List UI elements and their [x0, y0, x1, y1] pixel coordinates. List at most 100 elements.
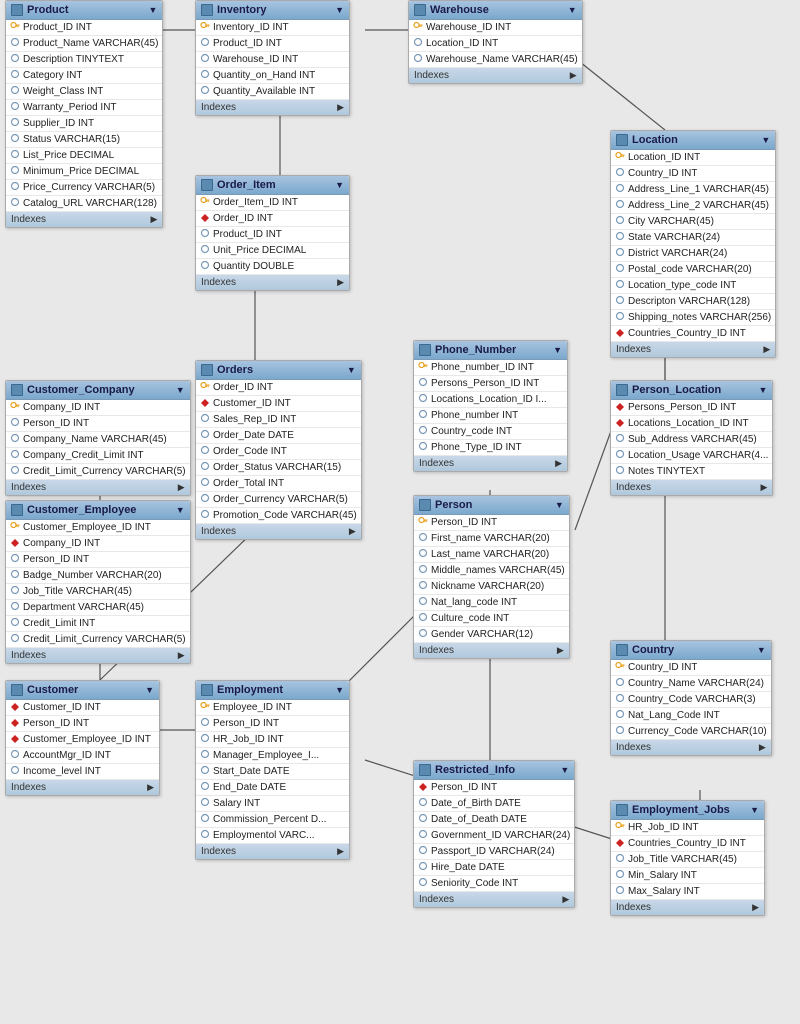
table-field-row: Income_level INT	[6, 764, 159, 780]
table-header-country[interactable]: Country▼	[611, 641, 771, 660]
table-header-restricted_info[interactable]: Restricted_Info▼	[414, 761, 574, 780]
indexes-chevron[interactable]: ▶	[337, 846, 344, 857]
table-indexes-row[interactable]: Indexes▶	[414, 456, 567, 471]
indexes-chevron[interactable]: ▶	[570, 70, 577, 81]
table-indexes-row[interactable]: Indexes▶	[6, 648, 190, 663]
table-indexes-row[interactable]: Indexes▶	[196, 844, 349, 859]
table-customer-company[interactable]: Customer_Company▼Company_ID INTPerson_ID…	[5, 380, 191, 496]
key-icon	[200, 381, 210, 394]
field-name: Customer_ID INT	[213, 398, 291, 409]
circle-icon	[10, 617, 20, 630]
table-chevron[interactable]: ▼	[761, 135, 770, 145]
table-person[interactable]: Person▼Person_ID INTFirst_name VARCHAR(2…	[413, 495, 570, 659]
table-chevron[interactable]: ▼	[335, 180, 344, 190]
indexes-chevron[interactable]: ▶	[557, 645, 564, 656]
table-chevron[interactable]: ▼	[553, 345, 562, 355]
indexes-label: Indexes	[616, 344, 651, 355]
indexes-chevron[interactable]: ▶	[337, 277, 344, 288]
indexes-chevron[interactable]: ▶	[759, 742, 766, 753]
table-chevron[interactable]: ▼	[757, 645, 766, 655]
table-indexes-row[interactable]: Indexes ▶	[196, 524, 361, 539]
field-name: Address_Line_2 VARCHAR(45)	[628, 200, 769, 211]
table-orders[interactable]: Orders▼Order_ID INTCustomer_ID INTSales_…	[195, 360, 362, 540]
table-chevron[interactable]: ▼	[568, 5, 577, 15]
table-title: Customer_Company	[27, 384, 135, 396]
table-chevron[interactable]: ▼	[555, 500, 564, 510]
table-phone-number[interactable]: Phone_Number▼Phone_number_ID INTPersons_…	[413, 340, 568, 472]
table-location[interactable]: Location▼Location_ID INTCountry_ID INTAd…	[610, 130, 776, 358]
table-chevron[interactable]: ▼	[560, 765, 569, 775]
table-header-employment[interactable]: Employment▼	[196, 681, 349, 700]
table-chevron[interactable]: ▼	[750, 805, 759, 815]
table-header-product[interactable]: Product▼	[6, 1, 162, 20]
table-indexes-row[interactable]: Indexes▶	[409, 68, 582, 83]
table-chevron[interactable]: ▼	[335, 5, 344, 15]
table-field-row: Order_Date DATE	[196, 428, 361, 444]
table-indexes-row[interactable]: Indexes▶	[6, 780, 159, 795]
table-indexes-row[interactable]: Indexes▶	[6, 480, 190, 495]
table-header-customer_employee[interactable]: Customer_Employee▼	[6, 501, 190, 520]
table-header-order_item[interactable]: Order_Item▼	[196, 176, 349, 195]
table-person-location[interactable]: Person_Location▼Persons_Person_ID INTLoc…	[610, 380, 773, 496]
table-indexes-row[interactable]: Indexes▶	[6, 212, 162, 227]
table-chevron[interactable]: ▼	[759, 385, 768, 395]
table-chevron[interactable]: ▼	[176, 385, 185, 395]
indexes-chevron[interactable]: ▶	[147, 782, 154, 793]
table-header-inventory[interactable]: Inventory▼	[196, 1, 349, 20]
table-country[interactable]: Country▼Country_ID INTCountry_Name VARCH…	[610, 640, 772, 756]
table-chevron[interactable]: ▼	[145, 685, 154, 695]
circle-icon	[10, 37, 20, 50]
table-chevron[interactable]: ▼	[347, 365, 356, 375]
table-indexes-row[interactable]: Indexes▶	[414, 643, 569, 658]
table-header-employment_jobs[interactable]: Employment_Jobs▼	[611, 801, 764, 820]
table-indexes-row[interactable]: Indexes▶	[414, 892, 574, 907]
table-indexes-row[interactable]: Indexes ▶	[611, 342, 775, 357]
table-chevron[interactable]: ▼	[149, 5, 158, 15]
table-indexes-row[interactable]: Indexes▶	[196, 275, 349, 290]
indexes-chevron[interactable]: ▶	[763, 344, 770, 355]
indexes-chevron[interactable]: ▶	[562, 894, 569, 905]
indexes-chevron[interactable]: ▶	[555, 458, 562, 469]
table-header-warehouse[interactable]: Warehouse▼	[409, 1, 582, 20]
table-header-person[interactable]: Person▼	[414, 496, 569, 515]
table-chevron[interactable]: ▼	[335, 685, 344, 695]
indexes-chevron[interactable]: ▶	[349, 526, 356, 537]
circle-icon	[418, 548, 428, 561]
table-employment-jobs[interactable]: Employment_Jobs▼HR_Job_ID INTCountries_C…	[610, 800, 765, 916]
table-restricted-info[interactable]: Restricted_Info▼Person_ID INTDate_of_Bir…	[413, 760, 575, 908]
table-customer-employee[interactable]: Customer_Employee▼Customer_Employee_ID I…	[5, 500, 191, 664]
table-header-location[interactable]: Location▼	[611, 131, 775, 150]
table-indexes-row[interactable]: Indexes▶	[611, 900, 764, 915]
circle-icon	[10, 53, 20, 66]
table-header-orders[interactable]: Orders▼	[196, 361, 361, 380]
table-customer[interactable]: Customer▼Customer_ID INTPerson_ID INTCus…	[5, 680, 160, 796]
indexes-chevron[interactable]: ▶	[752, 902, 759, 913]
field-name: Badge_Number VARCHAR(20)	[23, 570, 162, 581]
table-header-customer[interactable]: Customer▼	[6, 681, 159, 700]
table-chevron[interactable]: ▼	[176, 505, 185, 515]
table-product[interactable]: Product▼Product_ID INTProduct_Name VARCH…	[5, 0, 163, 228]
table-inventory[interactable]: Inventory▼Inventory_ID INTProduct_ID INT…	[195, 0, 350, 116]
table-indexes-row[interactable]: Indexes▶	[611, 740, 771, 755]
table-order-item[interactable]: Order_Item▼Order_Item_ID INTOrder_ID INT…	[195, 175, 350, 291]
table-header-person_location[interactable]: Person_Location▼	[611, 381, 772, 400]
circle-icon	[418, 628, 428, 641]
table-indexes-row[interactable]: Indexes▶	[196, 100, 349, 115]
table-employment[interactable]: Employment▼Employee_ID INTPerson_ID INTH…	[195, 680, 350, 860]
table-header-customer_company[interactable]: Customer_Company ▼	[6, 381, 190, 400]
table-indexes-row[interactable]: Indexes▶	[611, 480, 772, 495]
indexes-chevron[interactable]: ▶	[151, 214, 158, 225]
field-name: Weight_Class INT	[23, 86, 103, 97]
field-name: Supplier_ID INT	[23, 118, 94, 129]
table-header-phone_number[interactable]: Phone_Number▼	[414, 341, 567, 360]
field-name: Location_ID INT	[426, 38, 498, 49]
table-field-row: Nat_lang_code INT	[414, 595, 569, 611]
indexes-chevron[interactable]: ▶	[178, 650, 185, 661]
field-name: Promotion_Code VARCHAR(45)	[213, 510, 357, 521]
indexes-chevron[interactable]: ▶	[337, 102, 344, 113]
circle-icon	[418, 596, 428, 609]
table-warehouse[interactable]: Warehouse▼Warehouse_ID INTLocation_ID IN…	[408, 0, 583, 84]
indexes-chevron[interactable]: ▶	[178, 482, 185, 493]
indexes-chevron[interactable]: ▶	[761, 482, 768, 493]
indexes-label: Indexes	[201, 526, 236, 537]
